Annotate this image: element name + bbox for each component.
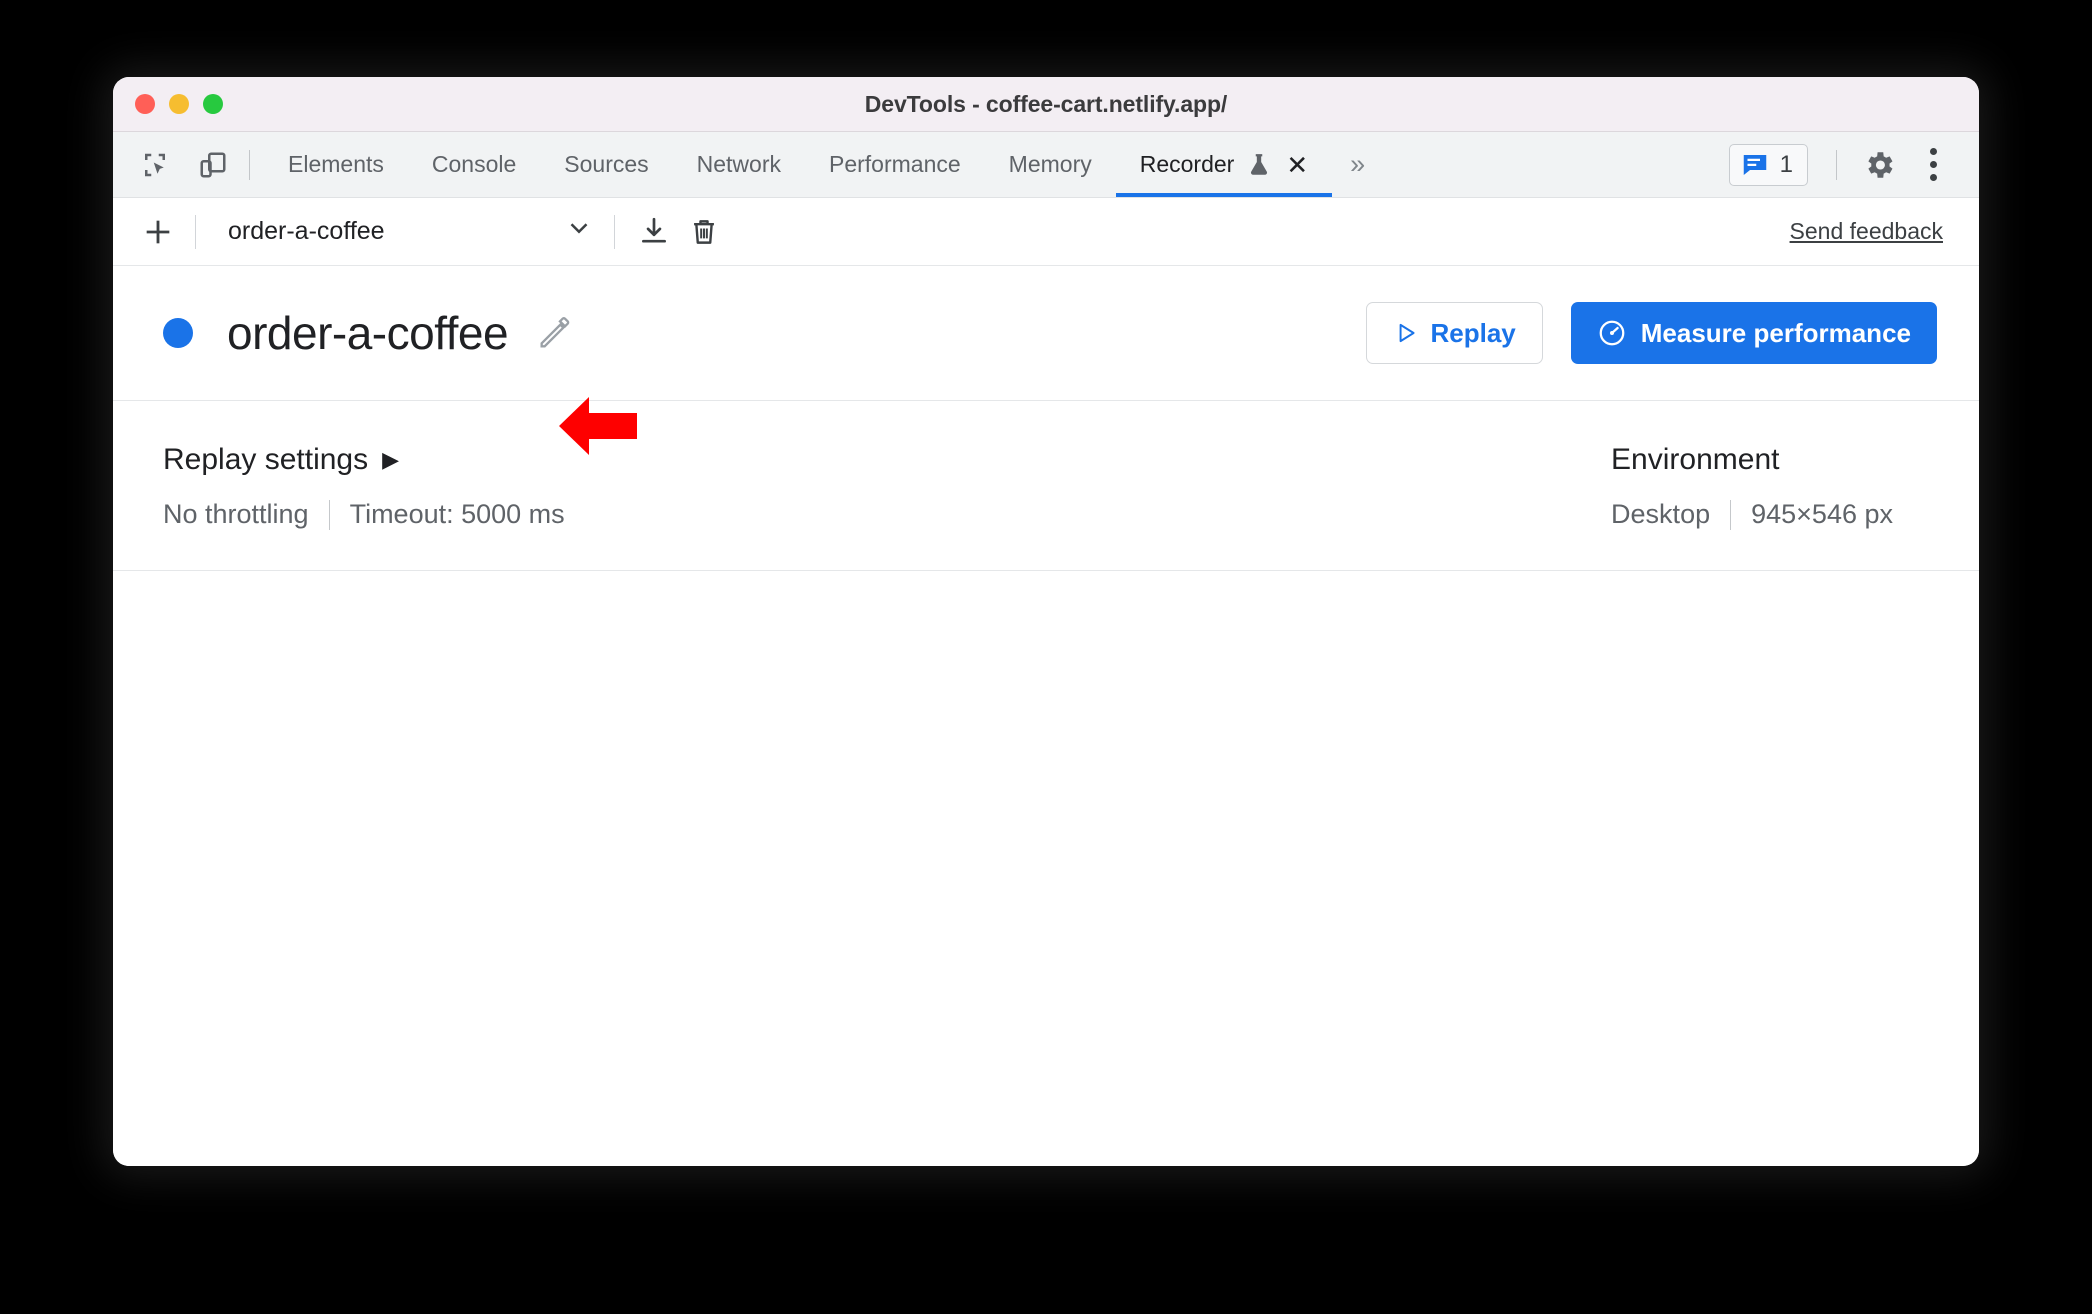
export-recording-button[interactable]	[629, 207, 679, 257]
close-window-button[interactable]	[135, 94, 155, 114]
replay-settings-label: Replay settings	[163, 443, 369, 476]
experimental-flask-icon	[1246, 151, 1272, 179]
plus-icon	[146, 220, 170, 243]
issues-count: 1	[1779, 150, 1793, 178]
environment-summary: Desktop 945×546 px	[1611, 499, 1893, 530]
summary-divider	[1730, 499, 1732, 530]
tabbar-divider	[249, 149, 250, 180]
window-title: DevTools - coffee-cart.netlify.app/	[864, 90, 1228, 117]
tab-label: Console	[431, 151, 517, 177]
summary-divider	[328, 499, 330, 530]
device-toolbar-icon[interactable]	[191, 143, 235, 187]
toolbar-divider-1	[195, 214, 196, 249]
tab-elements[interactable]: Elements	[264, 132, 408, 197]
tabbar-left-icons	[113, 132, 235, 197]
settings-gear-button[interactable]	[1853, 139, 1905, 191]
tab-label: Recorder	[1139, 151, 1235, 177]
annotation-arrow-icon	[559, 397, 637, 455]
replay-button-label: Replay	[1430, 317, 1516, 348]
gear-icon	[1868, 151, 1893, 178]
minimize-window-button[interactable]	[169, 94, 189, 114]
screenshot-stage: DevTools - coffee-cart.netlify.app/ Elem…	[0, 0, 2092, 1314]
close-tab-icon[interactable]: ✕	[1286, 152, 1308, 178]
delete-recording-button[interactable]	[679, 207, 729, 257]
tab-list: Elements Console Sources Network Perform…	[264, 132, 1333, 197]
tab-sources[interactable]: Sources	[540, 132, 672, 197]
chevron-down-icon	[564, 213, 594, 250]
tab-label: Network	[696, 151, 781, 177]
measure-performance-button[interactable]: Measure performance	[1570, 302, 1937, 364]
window-controls[interactable]	[135, 94, 223, 114]
performance-gauge-icon	[1599, 320, 1625, 346]
recording-selector-value: order-a-coffee	[228, 217, 385, 245]
download-icon	[642, 217, 666, 243]
tab-label: Performance	[829, 151, 961, 177]
environment-group: Environment Desktop 945×546 px	[1611, 401, 1929, 570]
measure-performance-label: Measure performance	[1640, 317, 1911, 348]
add-recording-button[interactable]	[135, 209, 181, 255]
settings-strip: Replay settings ▶ No throttling Timeout:…	[113, 401, 1979, 571]
replay-button[interactable]: Replay	[1365, 302, 1543, 364]
more-tabs-icon[interactable]: »	[1332, 132, 1383, 197]
expand-triangle-icon: ▶	[382, 447, 400, 472]
environment-label: Environment	[1611, 443, 1780, 476]
inspect-element-icon[interactable]	[133, 143, 177, 187]
tab-performance[interactable]: Performance	[805, 132, 985, 197]
kebab-menu-icon	[1929, 148, 1937, 181]
recorder-toolbar: order-a-coffee Send feedback	[113, 198, 1979, 266]
tab-network[interactable]: Network	[673, 132, 805, 197]
trash-icon	[694, 219, 714, 244]
replay-settings-summary: No throttling Timeout: 5000 ms	[163, 499, 565, 530]
devtools-tabbar: Elements Console Sources Network Perform…	[113, 132, 1979, 198]
issues-button[interactable]: 1	[1728, 143, 1808, 186]
edit-recording-name-button[interactable]	[532, 310, 578, 356]
tab-memory[interactable]: Memory	[985, 132, 1116, 197]
tab-console[interactable]: Console	[408, 132, 540, 197]
tab-label: Memory	[1008, 151, 1092, 177]
devtools-window: DevTools - coffee-cart.netlify.app/ Elem…	[113, 77, 1979, 1166]
device-value: Desktop	[1611, 499, 1711, 529]
tabbar-right-divider	[1836, 149, 1837, 180]
play-icon	[1399, 323, 1415, 343]
tab-label: Sources	[564, 151, 649, 177]
recording-header-actions: Replay Measure performance	[1365, 302, 1937, 364]
recording-selector[interactable]: order-a-coffee	[210, 213, 600, 250]
issues-icon	[1743, 154, 1766, 175]
steps-panel: ▶ Coffee cart https://coffee-cart.netlif…	[113, 571, 1979, 1166]
replay-settings-toggle[interactable]: Replay settings ▶	[163, 443, 565, 477]
tab-label: Elements	[288, 151, 384, 177]
pencil-icon	[540, 317, 570, 348]
tabbar-right-actions: 1	[1728, 132, 1979, 197]
window-titlebar: DevTools - coffee-cart.netlify.app/	[113, 77, 1979, 132]
recording-status-dot	[163, 318, 193, 348]
devtools-main-menu-button[interactable]	[1907, 139, 1959, 191]
timeout-value: Timeout: 5000 ms	[349, 499, 565, 529]
recording-header: order-a-coffee Replay Measure performanc…	[113, 266, 1979, 401]
replay-settings-group: Replay settings ▶ No throttling Timeout:…	[163, 401, 565, 570]
tab-recorder[interactable]: Recorder ✕	[1115, 132, 1333, 197]
send-feedback-link[interactable]: Send feedback	[1790, 218, 1957, 245]
throttling-value: No throttling	[163, 499, 309, 529]
toolbar-divider-2	[614, 214, 615, 249]
viewport-value: 945×546 px	[1751, 499, 1893, 529]
maximize-window-button[interactable]	[203, 94, 223, 114]
recording-name: order-a-coffee	[227, 307, 509, 359]
